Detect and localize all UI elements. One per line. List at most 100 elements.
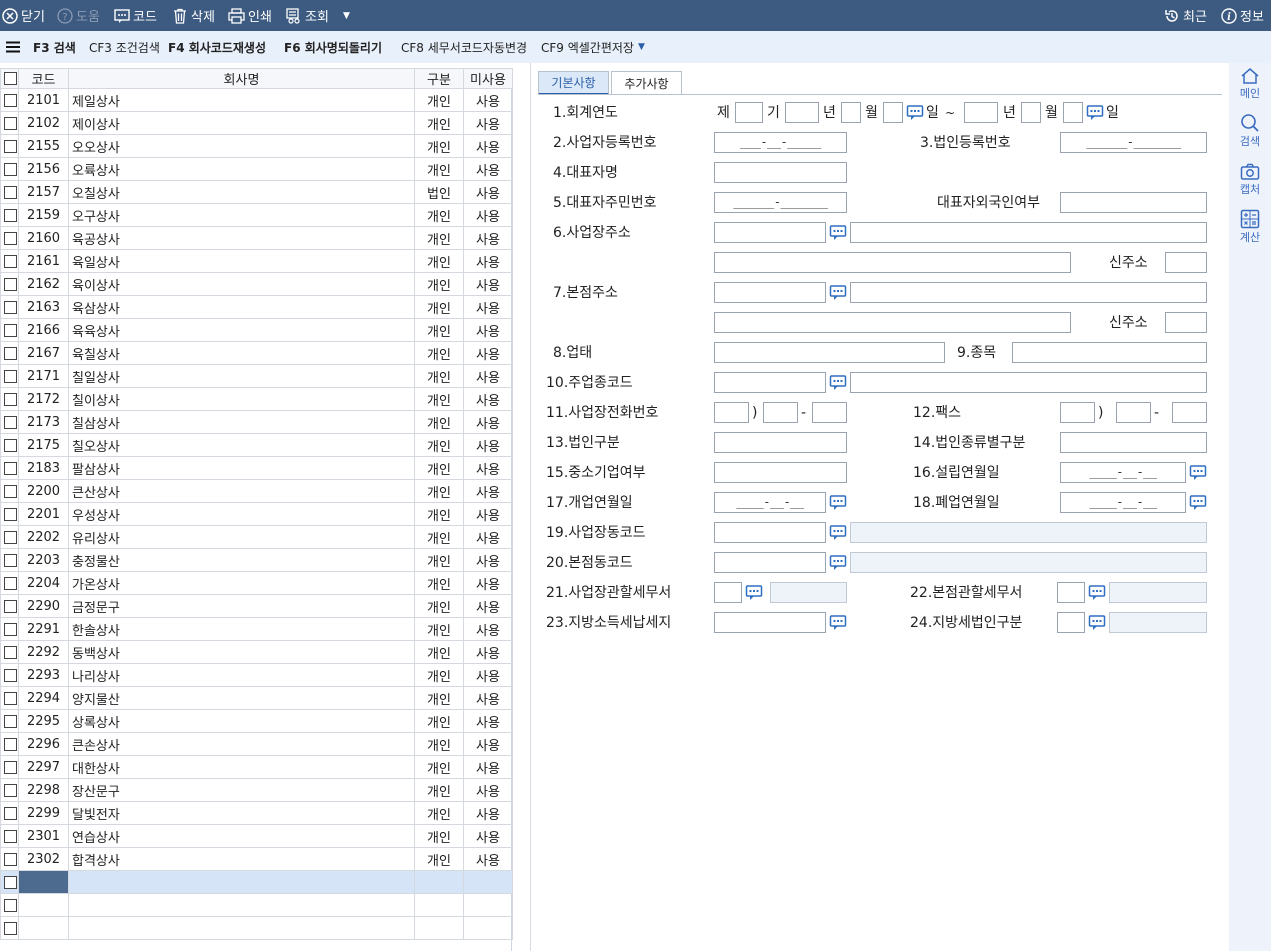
table-row[interactable]: 2160 육공상사 개인 사용	[0, 226, 513, 250]
founding-date-calendar-button[interactable]	[1189, 464, 1207, 482]
company-type-cell[interactable]: 개인	[414, 709, 464, 733]
company-code-cell[interactable]: 2173	[18, 410, 69, 434]
company-usage-cell[interactable]: 사용	[463, 226, 513, 250]
row-checkbox[interactable]	[4, 599, 17, 613]
company-code-cell[interactable]: 2295	[18, 709, 69, 733]
company-type-cell[interactable]: 개인	[414, 686, 464, 710]
company-type-cell[interactable]: 개인	[414, 594, 464, 618]
main-industry-code-input[interactable]	[714, 372, 826, 393]
company-usage-cell[interactable]: 사용	[463, 778, 513, 802]
company-type-cell[interactable]: 개인	[414, 272, 464, 296]
row-checkbox[interactable]	[4, 231, 17, 245]
company-type-cell[interactable]: 개인	[414, 456, 464, 480]
company-name-cell[interactable]: 칠이상사	[68, 387, 415, 411]
company-usage-cell[interactable]: 사용	[463, 387, 513, 411]
empty-row[interactable]	[0, 916, 513, 940]
company-usage-cell[interactable]	[463, 916, 513, 940]
company-usage-cell[interactable]: 사용	[463, 410, 513, 434]
local-tax-place-input[interactable]	[714, 612, 826, 633]
row-checkbox[interactable]	[4, 139, 17, 153]
local-tax-place-lookup-button[interactable]	[829, 614, 847, 632]
code-button[interactable]: 코드	[114, 0, 157, 31]
company-type-cell[interactable]: 개인	[414, 847, 464, 871]
company-code-cell[interactable]: 2160	[18, 226, 69, 250]
row-checkbox-cell[interactable]	[0, 134, 19, 158]
row-checkbox-cell[interactable]	[0, 617, 19, 641]
company-type-cell[interactable]: 개인	[414, 640, 464, 664]
company-code-cell[interactable]: 2294	[18, 686, 69, 710]
fiscal-end-day-input[interactable]	[1063, 102, 1083, 123]
table-row[interactable]: 2102 제이상사 개인 사용	[0, 111, 513, 135]
company-usage-cell[interactable]: 사용	[463, 571, 513, 595]
company-name-cell[interactable]: 제이상사	[68, 111, 415, 135]
company-code-cell[interactable]: 2201	[18, 502, 69, 526]
table-row[interactable]: 2171 칠일상사 개인 사용	[0, 364, 513, 388]
company-usage-cell[interactable]: 사용	[463, 847, 513, 871]
row-checkbox-cell[interactable]	[0, 801, 19, 825]
corp-type-input[interactable]	[714, 432, 847, 453]
table-row[interactable]: 2292 동백상사 개인 사용	[0, 640, 513, 664]
company-code-cell[interactable]: 2293	[18, 663, 69, 687]
side-calc-button[interactable]: 계산	[1229, 209, 1271, 245]
row-checkbox[interactable]	[4, 93, 17, 107]
company-name-cell[interactable]: 칠삼상사	[68, 410, 415, 434]
row-checkbox-cell[interactable]	[0, 824, 19, 848]
head-office-address-detail-input[interactable]	[714, 312, 1071, 333]
tab-additional-info[interactable]: 추가사항	[611, 71, 682, 95]
company-usage-cell[interactable]: 사용	[463, 640, 513, 664]
company-type-cell[interactable]: 개인	[414, 88, 464, 112]
table-row[interactable]: 2173 칠삼상사 개인 사용	[0, 410, 513, 434]
row-checkbox[interactable]	[4, 300, 17, 314]
fiscal-end-calendar-button[interactable]	[1086, 104, 1104, 122]
closing-date-input[interactable]: ____-__-__	[1060, 492, 1186, 513]
ceo-foreigner-input[interactable]	[1060, 192, 1207, 213]
row-checkbox-cell[interactable]	[0, 709, 19, 733]
fiscal-end-year-input[interactable]	[964, 102, 998, 123]
company-name-cell[interactable]: 오구상사	[68, 203, 415, 227]
row-checkbox[interactable]	[4, 116, 17, 130]
company-code-cell[interactable]: 2156	[18, 157, 69, 181]
select-all-checkbox[interactable]	[4, 72, 17, 85]
company-name-cell[interactable]: 유리상사	[68, 525, 415, 549]
company-usage-cell[interactable]: 사용	[463, 686, 513, 710]
row-checkbox-cell[interactable]	[0, 525, 19, 549]
company-usage-cell[interactable]: 사용	[463, 272, 513, 296]
table-row[interactable]: 2202 유리상사 개인 사용	[0, 525, 513, 549]
company-name-cell[interactable]: 큰산상사	[68, 479, 415, 503]
company-code-cell[interactable]: 2202	[18, 525, 69, 549]
row-checkbox[interactable]	[4, 415, 17, 429]
company-name-cell[interactable]	[68, 916, 415, 940]
company-code-cell[interactable]: 2163	[18, 295, 69, 319]
row-checkbox[interactable]	[4, 760, 17, 774]
table-row[interactable]: 2101 제일상사 개인 사용	[0, 88, 513, 112]
company-usage-cell[interactable]: 사용	[463, 318, 513, 342]
company-usage-cell[interactable]: 사용	[463, 732, 513, 756]
company-code-cell[interactable]	[18, 870, 69, 894]
delete-button[interactable]: 삭제	[172, 0, 215, 31]
company-type-cell[interactable]: 개인	[414, 249, 464, 273]
business-zip-input[interactable]	[714, 222, 826, 243]
fax-prefix-input[interactable]	[1116, 402, 1151, 423]
row-checkbox[interactable]	[4, 507, 17, 521]
company-name-cell[interactable]: 연습상사	[68, 824, 415, 848]
company-code-cell[interactable]: 2301	[18, 824, 69, 848]
table-row[interactable]: 2294 양지물산 개인 사용	[0, 686, 513, 710]
company-code-cell[interactable]: 2162	[18, 272, 69, 296]
row-checkbox-cell[interactable]	[0, 341, 19, 365]
table-row[interactable]: 2203 충정물산 개인 사용	[0, 548, 513, 572]
row-checkbox-cell[interactable]	[0, 387, 19, 411]
business-address-input[interactable]	[850, 222, 1207, 243]
table-row[interactable]: 2302 합격상사 개인 사용	[0, 847, 513, 871]
cf9-excel-save-button[interactable]: CF9 엑셀간편저장 ▼	[541, 31, 645, 63]
company-usage-cell[interactable]: 사용	[463, 433, 513, 457]
table-row[interactable]: 2295 상록상사 개인 사용	[0, 709, 513, 733]
row-checkbox-cell[interactable]	[0, 847, 19, 871]
company-usage-cell[interactable]: 사용	[463, 88, 513, 112]
company-usage-cell[interactable]: 사용	[463, 594, 513, 618]
f6-revert-name-button[interactable]: F6 회사명되돌리기	[284, 31, 382, 63]
ceo-resident-no-input[interactable]: ______-_______	[714, 192, 847, 213]
row-checkbox[interactable]	[4, 369, 17, 383]
business-tax-office-lookup-button[interactable]	[745, 584, 763, 602]
company-usage-cell[interactable]: 사용	[463, 824, 513, 848]
f3-search-button[interactable]: F3 검색	[33, 31, 76, 63]
